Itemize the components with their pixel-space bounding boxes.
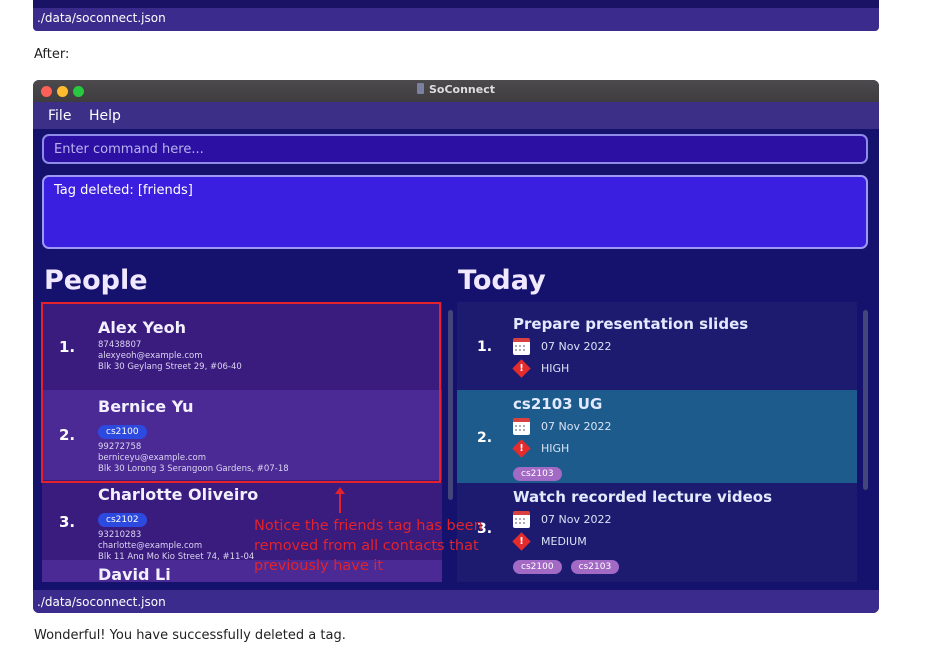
- menu-file[interactable]: File: [48, 108, 71, 124]
- calendar-icon: [513, 511, 530, 528]
- todo-title: Prepare presentation slides: [513, 315, 749, 333]
- todo-card[interactable]: 1. Prepare presentation slides 07 Nov 20…: [457, 302, 857, 390]
- today-heading: Today: [458, 265, 546, 296]
- annotation-highlight-box: [41, 302, 441, 483]
- menu-help[interactable]: Help: [89, 108, 121, 124]
- todo-card[interactable]: 3. Watch recorded lecture videos 07 Nov …: [457, 483, 857, 582]
- annotation-text: Notice the friends tag has been removed …: [254, 518, 483, 574]
- todo-details: Watch recorded lecture videos 07 Nov 202…: [512, 488, 847, 577]
- todo-tag: cs2103: [570, 560, 620, 574]
- todo-date: 07 Nov 2022: [541, 513, 612, 526]
- result-text: Tag deleted: [friends]: [54, 183, 193, 198]
- app-icon: [416, 83, 424, 94]
- todo-details: cs2103 UG 07 Nov 2022 ! HIGH cs2103: [512, 395, 847, 484]
- people-scrollbar[interactable]: [448, 310, 453, 500]
- title-bar: SoConnect: [33, 80, 879, 102]
- warning-icon: !: [512, 359, 531, 378]
- command-input[interactable]: [44, 136, 866, 162]
- footer-text: Wonderful! You have successfully deleted…: [34, 628, 346, 643]
- todo-priority-row: ! HIGH: [512, 439, 847, 461]
- after-label: After:: [34, 47, 70, 62]
- todo-tag: cs2103: [513, 467, 562, 481]
- todo-details: Prepare presentation slides 07 Nov 2022 …: [512, 315, 847, 381]
- top-status-bar: ./data/soconnect.json: [33, 0, 879, 31]
- todo-priority: MEDIUM: [541, 535, 587, 548]
- today-scrollbar[interactable]: [863, 310, 868, 490]
- todo-index: 1.: [477, 339, 493, 355]
- todo-priority-row: ! HIGH: [512, 359, 847, 381]
- command-box: [42, 134, 868, 164]
- todo-title: cs2103 UG: [513, 395, 603, 413]
- people-heading: People: [44, 265, 148, 296]
- todo-title: Watch recorded lecture videos: [513, 488, 773, 506]
- todo-priority-row: ! MEDIUM: [512, 532, 847, 554]
- todo-date: 07 Nov 2022: [541, 340, 612, 353]
- person-tag: cs2102: [98, 513, 147, 527]
- bottom-status-path: ./data/soconnect.json: [37, 595, 166, 609]
- todo-date-row: 07 Nov 2022: [513, 337, 847, 359]
- todo-date: 07 Nov 2022: [541, 420, 612, 433]
- warning-icon: !: [512, 532, 531, 551]
- calendar-icon: [513, 418, 530, 435]
- menu-bar: File Help: [33, 102, 879, 129]
- todo-tag: cs2100: [513, 560, 562, 574]
- window-title: SoConnect: [428, 83, 495, 96]
- todo-index: 2.: [477, 430, 493, 446]
- window-title-wrap: SoConnect: [33, 83, 879, 96]
- todo-card-selected[interactable]: 2. cs2103 UG 07 Nov 2022 ! HIGH cs2103: [457, 390, 857, 483]
- top-status-edge: [33, 0, 879, 8]
- todo-date-row: 07 Nov 2022: [513, 510, 847, 532]
- todo-date-row: 07 Nov 2022: [513, 417, 847, 439]
- top-status-path: ./data/soconnect.json: [37, 11, 166, 25]
- calendar-icon: [513, 338, 530, 355]
- todo-priority: HIGH: [541, 442, 570, 455]
- todo-priority: HIGH: [541, 362, 570, 375]
- bottom-status-bar: ./data/soconnect.json: [33, 590, 879, 613]
- today-list[interactable]: 1. Prepare presentation slides 07 Nov 20…: [457, 302, 857, 582]
- person-name: Charlotte Oliveiro: [98, 485, 259, 504]
- result-display: Tag deleted: [friends]: [42, 175, 868, 249]
- warning-icon: !: [512, 439, 531, 458]
- annotation-arrow-icon: [335, 487, 345, 513]
- person-index: 3.: [59, 513, 76, 531]
